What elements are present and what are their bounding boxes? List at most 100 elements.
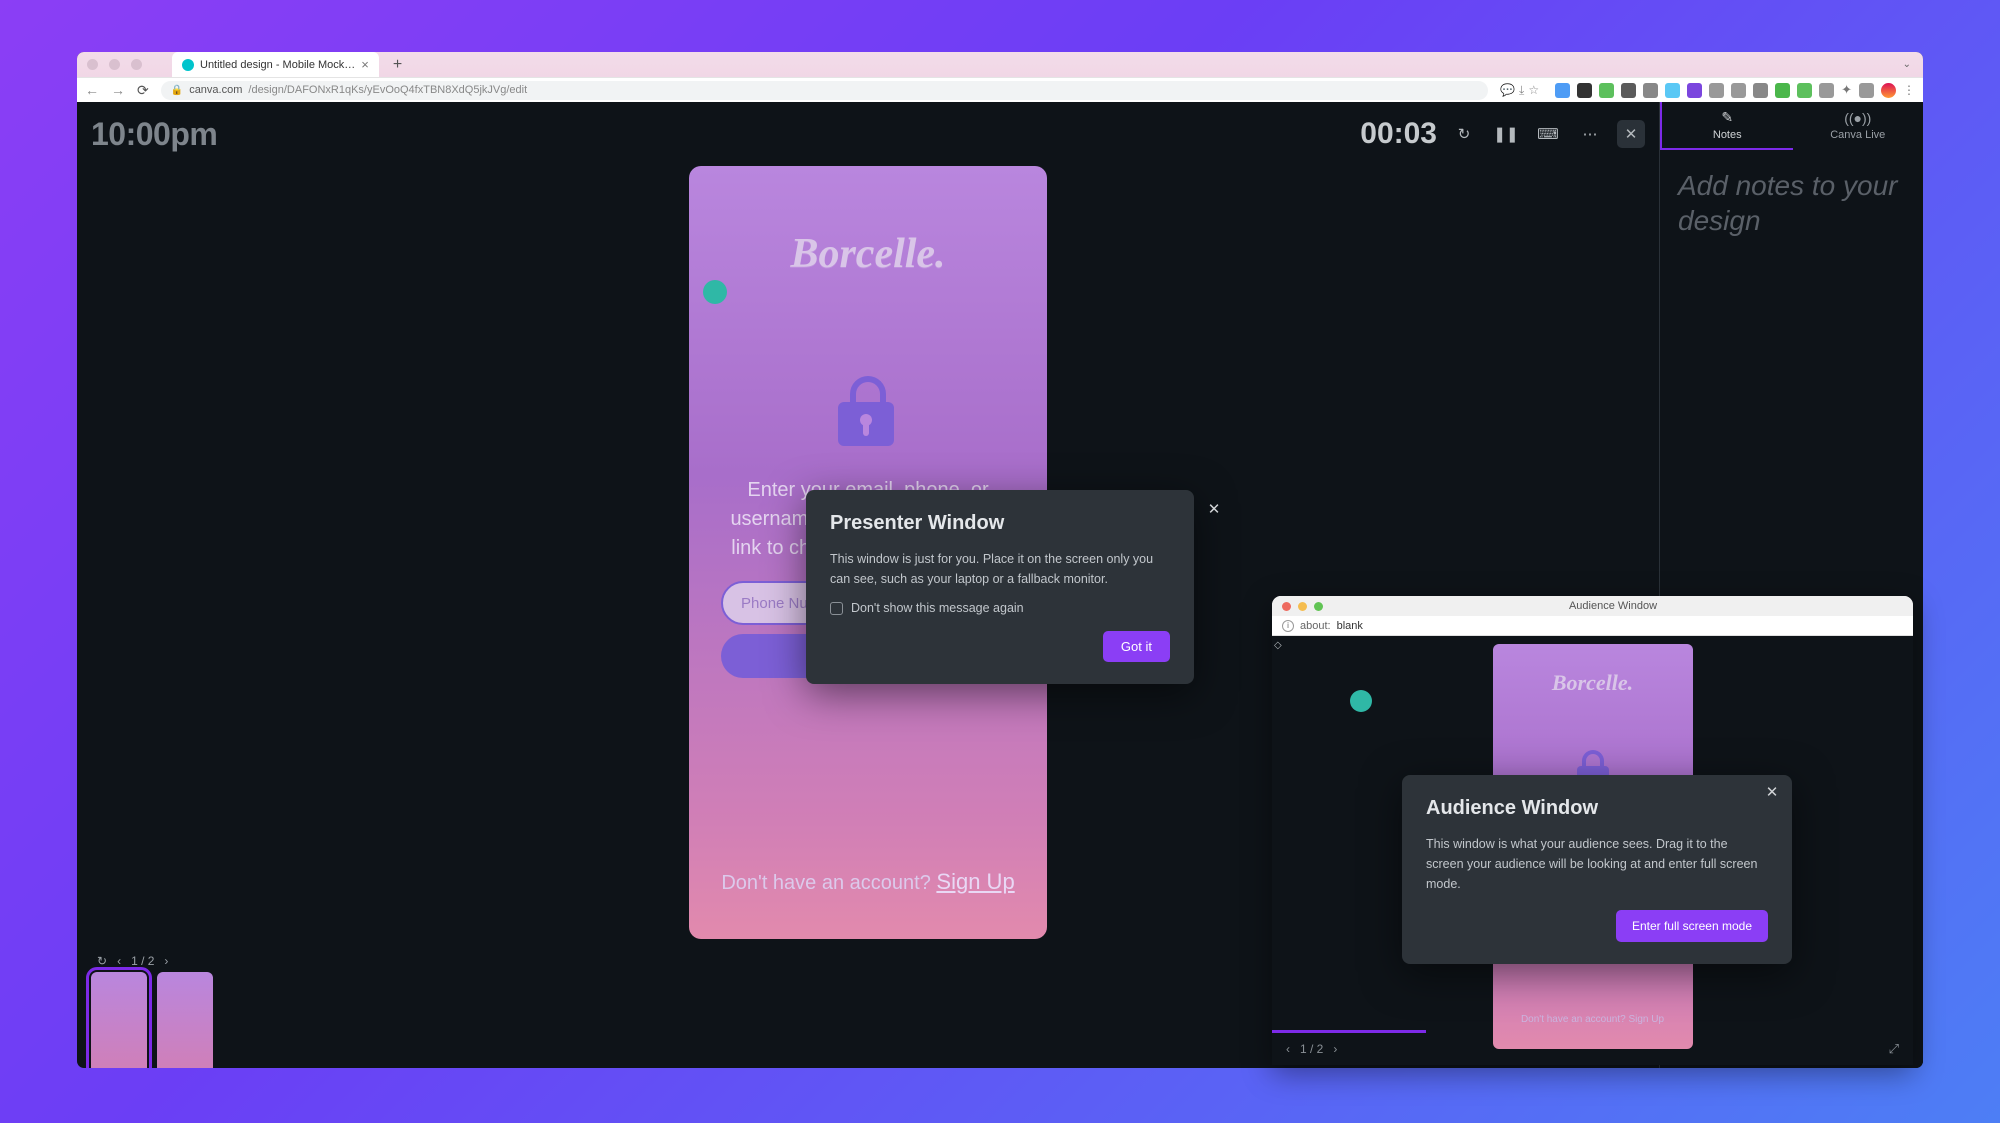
restart-icon[interactable]: ↻ [97,954,107,968]
forward-button: → [111,82,125,98]
lock-icon: 🔒 [171,85,183,96]
prev-slide-button[interactable]: ‹ [117,954,121,968]
modal-body: This window is just for you. Place it on… [830,549,1170,589]
fullscreen-button[interactable]: ⤢ [1889,1041,1899,1057]
extension-icon[interactable] [1819,83,1834,98]
addr-label: about: [1300,620,1331,632]
broadcast-icon: ((●)) [1844,110,1871,126]
extension-icon[interactable] [1687,83,1702,98]
cta-label: Enter full screen mode [1632,919,1752,933]
extension-icon[interactable] [1577,83,1592,98]
checkbox-label: Don't show this message again [851,601,1024,615]
address-bar: ← → ⟳ 🔒 canva.com/design/DAFONxR1qKs/yEv… [77,77,1923,102]
favicon-icon [182,59,194,71]
timer: 00:03 [1360,117,1437,151]
audience-titlebar[interactable]: Audience Window [1272,596,1913,616]
extension-icon[interactable] [1775,83,1790,98]
dont-show-checkbox-row[interactable]: Don't show this message again [830,601,1170,615]
clock: 10:00pm [91,116,217,153]
extension-icon[interactable] [1555,83,1570,98]
keyboard-icon[interactable]: ⌨ [1533,119,1563,149]
reload-button[interactable]: ⟳ [137,82,149,99]
audience-address-bar: i about: blank [1272,616,1913,636]
extensions-menu-icon[interactable]: ✦ [1841,82,1852,98]
presenter-toolbar: 10:00pm 00:03 ↻ ❚❚ ⌨ ⋯ ✕ [77,102,1659,166]
tab-canva-live[interactable]: ((●)) Canva Live [1793,102,1924,150]
close-window-icon[interactable] [87,59,98,70]
modal-body: This window is what your audience sees. … [1426,834,1768,894]
checkbox-icon[interactable] [830,602,843,615]
audience-tooltip-modal: ✕ Audience Window This window is what yo… [1402,775,1792,964]
url-input[interactable]: 🔒 canva.com/design/DAFONxR1qKs/yEvOoQ4fx… [161,81,1488,100]
decorative-dot [703,280,727,304]
extensions-row: ✦ ⋮ [1555,82,1915,98]
extension-icon[interactable] [1709,83,1724,98]
profile-avatar-icon[interactable] [1881,83,1896,98]
page-indicator: 1 / 2 [131,954,154,968]
page-indicator: 1 / 2 [1300,1042,1323,1056]
info-icon[interactable]: i [1282,620,1294,632]
extension-icon[interactable] [1731,83,1746,98]
extension-icon[interactable] [1665,83,1680,98]
extension-icon[interactable] [1753,83,1768,98]
brand-logo: Borcelle. [689,230,1047,278]
minimize-window-icon[interactable] [109,59,120,70]
enter-fullscreen-button[interactable]: Enter full screen mode [1616,910,1768,942]
maximize-window-icon[interactable] [1314,602,1323,611]
prev-slide-button[interactable]: ‹ [1286,1042,1290,1056]
tab-title: Untitled design - Mobile Mock… [200,59,355,71]
new-tab-button[interactable]: + [385,56,410,74]
resize-icon[interactable]: ◇ [1274,640,1282,651]
signup-row: Don't have an account? Sign Up [689,869,1047,895]
install-icon[interactable]: ⤓ [1519,83,1524,98]
extension-icon[interactable] [1621,83,1636,98]
browser-tab[interactable]: Untitled design - Mobile Mock… × [172,52,379,77]
restart-timer-button[interactable]: ↻ [1449,119,1479,149]
tab-notes[interactable]: ✎ Notes [1660,102,1793,150]
tab-bar: Untitled design - Mobile Mock… × + ⌄ [77,52,1923,77]
maximize-window-icon[interactable] [131,59,142,70]
close-tab-icon[interactable]: × [361,57,369,72]
next-slide-button[interactable]: › [1333,1042,1337,1056]
tabs-overflow-icon[interactable]: ⌄ [1903,59,1911,70]
close-modal-button[interactable]: ✕ [1204,500,1224,518]
signup-row: Don't have an account? Sign Up [1493,1014,1693,1025]
next-slide-button[interactable]: › [164,954,168,968]
extension-icon[interactable] [1797,83,1812,98]
extension-icon[interactable] [1599,83,1614,98]
notes-textarea[interactable]: Add notes to your design [1660,150,1923,256]
decorative-dot [1350,690,1372,712]
minimize-window-icon[interactable] [1298,602,1307,611]
sidebar-tabs: ✎ Notes ((●)) Canva Live [1660,102,1923,150]
brand-logo: Borcelle. [1493,670,1693,696]
bookmark-icon[interactable]: ☆ [1528,83,1539,97]
got-it-button[interactable]: Got it [1103,631,1170,662]
signup-link: Sign Up [936,869,1014,894]
close-window-icon[interactable] [1282,602,1291,611]
extension-icon[interactable] [1859,83,1874,98]
url-host: canva.com [189,84,242,96]
pause-timer-button[interactable]: ❚❚ [1491,119,1521,149]
close-presenter-button[interactable]: ✕ [1617,120,1645,148]
tab-notes-label: Notes [1713,129,1742,141]
chrome-menu-icon[interactable]: ⋮ [1903,83,1915,97]
more-options-button[interactable]: ⋯ [1575,119,1605,149]
tab-live-label: Canva Live [1830,129,1885,141]
audience-traffic-lights[interactable] [1282,602,1323,611]
translate-icon[interactable]: 💬 [1500,83,1515,97]
address-bar-actions: 💬 ⤓ ☆ ✦ [1500,82,1915,98]
addr-value: blank [1337,620,1363,632]
browser-chrome: Untitled design - Mobile Mock… × + ⌄ ← →… [77,52,1923,102]
window-traffic-lights[interactable] [87,59,142,70]
extension-icon[interactable] [1643,83,1658,98]
url-path: /design/DAFONxR1qKs/yEvOoQ4fxTBN8XdQ5jkJ… [248,84,527,96]
thumbnail-1[interactable] [91,972,147,1068]
got-it-label: Got it [1121,639,1152,654]
thumbnail-2[interactable] [157,972,213,1068]
audience-window-title: Audience Window [1569,600,1657,612]
modal-title: Presenter Window [830,512,1170,535]
back-button[interactable]: ← [85,82,99,98]
signup-prefix: Don't have an account? [721,872,931,894]
lock-icon [838,376,898,446]
close-modal-button[interactable]: ✕ [1762,783,1782,801]
